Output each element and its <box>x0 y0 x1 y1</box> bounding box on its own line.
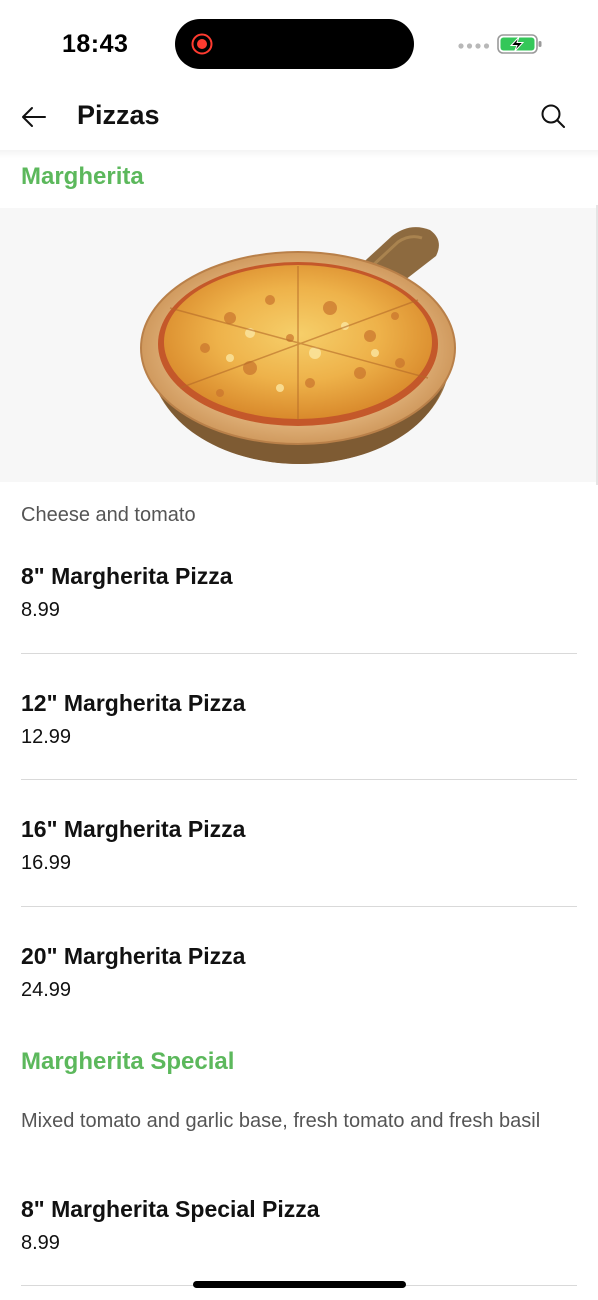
screen-recording-icon <box>191 33 213 55</box>
menu-item[interactable]: 8" Margherita Pizza 8.99 <box>21 563 577 627</box>
menu-item[interactable]: 16" Margherita Pizza 16.99 <box>21 816 577 880</box>
item-name: 16" Margherita Pizza <box>21 816 246 842</box>
menu-item[interactable]: 12" Margherita Pizza 12.99 <box>21 690 577 754</box>
menu-item[interactable]: 8" Margherita Special Pizza 8.99 <box>21 1196 577 1260</box>
status-time: 18:43 <box>62 30 129 58</box>
app-header: Pizzas <box>0 90 598 150</box>
status-bar: 18:43 <box>0 0 598 90</box>
arrow-left-icon[interactable] <box>18 100 52 134</box>
dynamic-island <box>175 19 414 69</box>
screen: 18:43 Pizzas Margherita Cheese and tomat… <box>0 0 598 1300</box>
item-price: 8.99 <box>21 1232 60 1254</box>
section-description: Mixed tomato and garlic base, fresh toma… <box>21 1110 541 1132</box>
battery-charging-icon <box>497 34 542 54</box>
home-indicator[interactable] <box>193 1281 406 1288</box>
section-title-margherita: Margherita <box>21 163 144 190</box>
item-name: 8" Margherita Pizza <box>21 563 233 589</box>
section-description: Cheese and tomato <box>21 504 196 526</box>
pizza-image <box>140 227 456 464</box>
margherita-pizza-photo <box>0 208 598 482</box>
menu-item[interactable]: 20" Margherita Pizza 24.99 <box>21 943 577 1007</box>
divider <box>21 653 577 654</box>
item-price: 16.99 <box>21 852 72 874</box>
item-price: 24.99 <box>21 979 72 1001</box>
item-name: 12" Margherita Pizza <box>21 690 246 716</box>
divider <box>21 906 577 907</box>
divider <box>21 779 577 780</box>
item-name: 20" Margherita Pizza <box>21 943 246 969</box>
cellular-signal-icon <box>458 43 490 49</box>
search-icon[interactable] <box>538 101 568 131</box>
item-name: 8" Margherita Special Pizza <box>21 1196 320 1222</box>
item-price: 12.99 <box>21 726 72 748</box>
item-price: 8.99 <box>21 599 60 621</box>
page-title: Pizzas <box>77 100 160 130</box>
section-title-margherita-special: Margherita Special <box>21 1048 235 1075</box>
header-shadow <box>0 150 598 158</box>
